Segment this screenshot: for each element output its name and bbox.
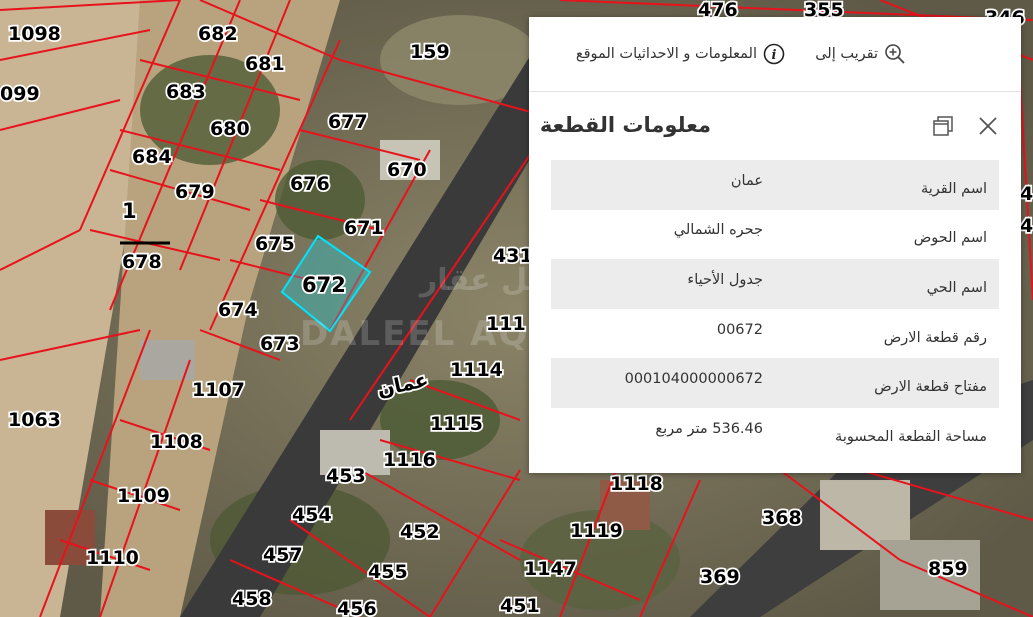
plot-label: 683: [166, 81, 206, 103]
attribute-value: جحره الشمالي: [673, 222, 763, 239]
plot-label: 675: [255, 233, 295, 255]
close-button[interactable]: [975, 113, 1001, 139]
svg-text:i: i: [772, 48, 777, 63]
plot-label: 368: [762, 507, 802, 529]
table-row: اسم الحي جدول الأحياء: [551, 259, 999, 309]
plot-label: 456: [337, 598, 377, 617]
panel-header: معلومات القطعة: [529, 91, 1021, 161]
plot-label: 099: [0, 83, 40, 105]
plot-label: 1109: [117, 485, 170, 507]
plot-label: 369: [700, 566, 740, 588]
attribute-key: رقم قطعة الارض: [883, 329, 987, 346]
panel-actions-bar: تقريب إلى i المعلومات و الاحداثيات الموق…: [529, 17, 1021, 92]
attribute-value: 536.46 متر مربع: [655, 420, 763, 437]
zoom-to-label: تقريب إلى: [815, 46, 878, 62]
plot-label: 1108: [150, 431, 203, 453]
table-row: رقم قطعة الارض 00672: [551, 309, 999, 359]
plot-label: 453: [326, 465, 366, 487]
plot-label: 672: [302, 273, 346, 297]
plot-label: 1116: [383, 449, 436, 471]
plot-label: 679: [175, 181, 215, 203]
plot-label: 670: [387, 159, 427, 181]
attribute-value: جدول الأحياء: [687, 271, 763, 288]
table-row: مساحة القطعة المحسوبة 536.46 متر مربع: [551, 408, 999, 458]
plot-label: 678: [122, 251, 162, 273]
plot-label: 1107: [192, 379, 245, 401]
plot-label: 454: [292, 504, 332, 526]
plot-label: 859: [928, 558, 968, 580]
plot-label: 111: [486, 313, 526, 335]
attribute-key: مفتاح قطعة الارض: [874, 379, 987, 396]
plot-label: 451: [500, 595, 540, 617]
plot-label: 4: [1020, 215, 1033, 237]
panel-title: معلومات القطعة: [539, 113, 711, 137]
table-row: اسم القرية عمان: [551, 160, 999, 210]
plot-label: 681: [245, 53, 285, 75]
location-info-button[interactable]: i المعلومات و الاحداثيات الموقع: [576, 42, 785, 66]
plot-label: 4: [1020, 183, 1033, 205]
attribute-value: 000104000000672: [624, 371, 763, 388]
plot-label: 452: [400, 521, 440, 543]
plot-label: 1115: [430, 413, 483, 435]
plot-label: 684: [132, 146, 172, 168]
parcel-info-panel: تقريب إلى i المعلومات و الاحداثيات الموق…: [529, 17, 1021, 473]
plot-label: 682: [198, 23, 238, 45]
plot-label: 674: [218, 299, 258, 321]
dock-button[interactable]: [931, 113, 957, 139]
plot-label: 1: [122, 199, 137, 223]
attribute-value: عمان: [730, 172, 763, 189]
attribute-key: مساحة القطعة المحسوبة: [835, 428, 987, 445]
plot-label: 455: [368, 561, 408, 583]
attribute-key: اسم القرية: [920, 180, 987, 197]
plot-label: 431: [493, 245, 533, 267]
plot-label: 159: [410, 41, 450, 63]
plot-label: 671: [344, 217, 384, 239]
location-info-label: المعلومات و الاحداثيات الموقع: [575, 46, 757, 62]
attribute-value: 00672: [716, 321, 763, 338]
plot-label: 1119: [570, 520, 623, 542]
table-row: اسم الحوض جحره الشمالي: [551, 210, 999, 260]
info-icon: i: [763, 43, 785, 65]
plot-label: 1063: [8, 409, 61, 431]
parcel-attributes-table: اسم القرية عمان اسم الحوض جحره الشمالي ا…: [551, 160, 999, 458]
plot-label: 673: [260, 333, 300, 355]
attribute-key: اسم الحوض: [913, 230, 987, 247]
dock-icon: [931, 116, 957, 143]
plot-label: 1110: [86, 547, 139, 569]
plot-label: 1118: [610, 473, 663, 495]
plot-label: 676: [290, 173, 330, 195]
attribute-key: اسم الحي: [926, 279, 987, 296]
plot-label: 457: [263, 544, 303, 566]
zoom-to-button[interactable]: تقريب إلى: [815, 42, 906, 66]
zoom-in-icon: [884, 43, 906, 65]
plot-label: 677: [328, 111, 368, 133]
close-icon: [975, 117, 1001, 143]
plot-label: 680: [210, 118, 250, 140]
table-row: مفتاح قطعة الارض 000104000000672: [551, 358, 999, 408]
plot-label: 1147: [524, 558, 577, 580]
plot-label: 1114: [450, 359, 503, 381]
plot-label: 458: [232, 588, 272, 610]
plot-label: 1098: [8, 23, 61, 45]
